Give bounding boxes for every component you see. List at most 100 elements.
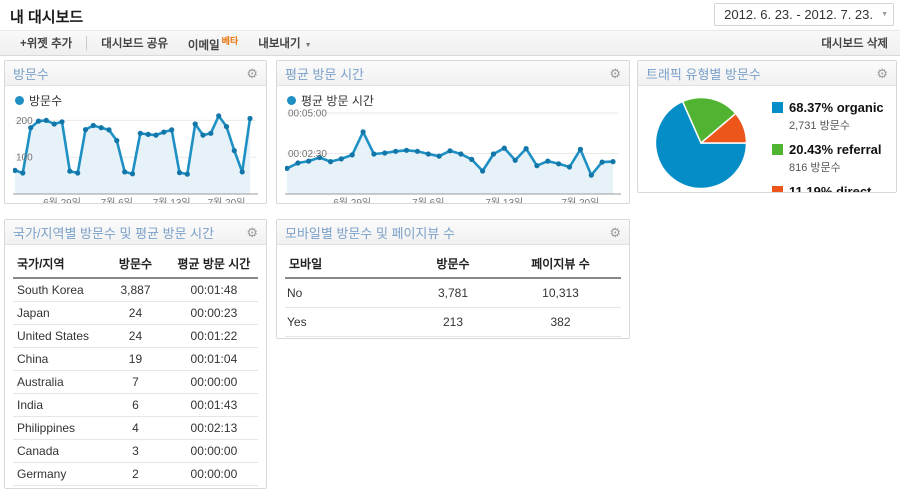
date-range-selector[interactable]: 2012. 6. 23. - 2012. 7. 23. ▼ (714, 3, 894, 26)
table-cell: 00:01:22 (170, 325, 258, 348)
email-label: 이메일 (188, 39, 220, 51)
table-cell: 3,781 (406, 278, 500, 308)
table-cell: South Korea (13, 278, 101, 302)
email-button[interactable]: 이메일베타 (178, 34, 248, 53)
table-row: India600:01:43 (13, 394, 258, 417)
table-cell: 00:00:00 (170, 463, 258, 486)
delete-dashboard-button[interactable]: 대시보드 삭제 (821, 35, 890, 51)
share-dashboard-button[interactable]: 대시보드 공유 (91, 35, 178, 51)
table-cell: Japan (13, 302, 101, 325)
pie-legend-item: 20.43% referral 816 방문수 (772, 142, 884, 175)
table-cell: Philippines (13, 417, 101, 440)
chart-legend: 평균 방문 시간 (287, 92, 621, 108)
widget-title: 트래픽 유형별 방문수 (646, 64, 761, 83)
legend-swatch-icon (772, 186, 783, 193)
widget-header: 평균 방문 시간 ⚙ (277, 61, 629, 86)
table-row: United States2400:01:22 (13, 325, 258, 348)
pie-legend-item: 11.19% direct447 방문수 (772, 184, 884, 193)
table-cell: 24 (101, 325, 170, 348)
legend-label: 68.37% organic (789, 100, 884, 115)
svg-text:00:05:00: 00:05:00 (288, 109, 327, 120)
legend-count: 2,731 방문수 (789, 117, 884, 133)
svg-text:100: 100 (16, 153, 33, 164)
table-cell: 4 (101, 417, 170, 440)
widget-mobile-table: 모바일별 방문수 및 페이지뷰 수 ⚙ 모바일방문수페이지뷰 수No3,7811… (276, 219, 630, 339)
table-row: Indonesia200:00:00 (13, 486, 258, 490)
table-cell: Australia (13, 371, 101, 394)
column-header: 페이지뷰 수 (500, 249, 621, 278)
table-cell: 00:01:48 (170, 278, 258, 302)
table-cell: Yes (285, 308, 406, 337)
svg-text:7월 6일: 7월 6일 (101, 197, 133, 204)
widget-title: 모바일별 방문수 및 페이지뷰 수 (285, 223, 455, 242)
svg-text:00:02:30: 00:02:30 (288, 149, 327, 160)
table-cell: 00:01:04 (170, 348, 258, 371)
widget-visits: 방문수 ⚙ 방문수 1002006월 29일7월 6일7월 13일7월 20일 (4, 60, 267, 204)
chart-body: 방문수 1002006월 29일7월 6일7월 13일7월 20일 (5, 86, 266, 204)
table-cell: 2 (101, 463, 170, 486)
table-cell: 2 (101, 486, 170, 490)
table-row: China1900:01:04 (13, 348, 258, 371)
table-cell: China (13, 348, 101, 371)
legend-dot-icon (15, 96, 24, 105)
chevron-down-icon: ▼ (881, 11, 888, 18)
table-row: Yes213382 (285, 308, 621, 337)
svg-text:200: 200 (16, 116, 33, 127)
table-cell: 213 (406, 308, 500, 337)
table-row: Canada300:00:00 (13, 440, 258, 463)
legend-label: 20.43% referral (789, 142, 882, 157)
legend-swatch-icon (772, 102, 783, 113)
page-header: 내 대시보드 2012. 6. 23. - 2012. 7. 23. ▼ (0, 0, 900, 30)
legend-count: 816 방문수 (789, 159, 884, 175)
widget-title: 국가/지역별 방문수 및 평균 방문 시간 (13, 223, 214, 242)
svg-text:7월 13일: 7월 13일 (485, 197, 523, 204)
avg-duration-line-chart[interactable]: 00:02:3000:05:006월 29일7월 6일7월 13일7월 20일 (285, 108, 621, 204)
table-row: Japan2400:00:23 (13, 302, 258, 325)
table-cell: 3 (101, 440, 170, 463)
widget-country-table: 국가/지역별 방문수 및 평균 방문 시간 ⚙ 국가/지역방문수평균 방문 시간… (4, 219, 267, 489)
svg-text:7월 20일: 7월 20일 (208, 197, 246, 204)
column-header: 국가/지역 (13, 249, 101, 278)
export-button[interactable]: 내보내기▼ (248, 35, 321, 51)
gear-icon[interactable]: ⚙ (246, 226, 258, 239)
mobile-table: 모바일방문수페이지뷰 수No3,78110,313Yes213382 (285, 249, 621, 337)
gear-icon[interactable]: ⚙ (876, 67, 888, 80)
table-cell: Canada (13, 440, 101, 463)
table-cell: India (13, 394, 101, 417)
visits-line-chart[interactable]: 1002006월 29일7월 6일7월 13일7월 20일 (13, 108, 258, 204)
chart-legend: 방문수 (15, 92, 258, 108)
country-table: 국가/지역방문수평균 방문 시간South Korea3,88700:01:48… (13, 249, 258, 489)
table-row: Germany200:00:00 (13, 463, 258, 486)
gear-icon[interactable]: ⚙ (609, 67, 621, 80)
widget-traffic-type: 트래픽 유형별 방문수 ⚙ 68.37% organic 2,731 방문수 20.… (637, 60, 897, 193)
traffic-pie-chart[interactable] (654, 96, 748, 190)
svg-text:7월 20일: 7월 20일 (561, 197, 599, 204)
table-cell: Germany (13, 463, 101, 486)
table-cell: 00:00:00 (170, 440, 258, 463)
table-cell: 382 (500, 308, 621, 337)
dashboard-canvas: 방문수 ⚙ 방문수 1002006월 29일7월 6일7월 13일7월 20일 … (0, 57, 900, 493)
table-cell: United States (13, 325, 101, 348)
table-cell: 00:01:43 (170, 394, 258, 417)
gear-icon[interactable]: ⚙ (609, 226, 621, 239)
table-row: No3,78110,313 (285, 278, 621, 308)
widget-header: 모바일별 방문수 및 페이지뷰 수 ⚙ (277, 220, 629, 245)
svg-text:6월 29일: 6월 29일 (333, 197, 371, 204)
table-cell: 6 (101, 394, 170, 417)
column-header: 방문수 (406, 249, 500, 278)
gear-icon[interactable]: ⚙ (246, 67, 258, 80)
column-header: 평균 방문 시간 (170, 249, 258, 278)
add-widget-button[interactable]: +위젯 추가 (10, 35, 82, 51)
widget-avg-duration: 평균 방문 시간 ⚙ 평균 방문 시간 00:02:30 00:05:00 6월 2… (276, 60, 630, 204)
pie-chart-wrap (654, 96, 748, 193)
dashboard-toolbar: +위젯 추가 대시보드 공유 이메일베타 내보내기▼ 대시보드 삭제 (0, 30, 900, 56)
table-cell: 00:00:00 (170, 371, 258, 394)
table-row: Australia700:00:00 (13, 371, 258, 394)
date-range-text: 2012. 6. 23. - 2012. 7. 23. (724, 7, 873, 22)
widget-header: 방문수 ⚙ (5, 61, 266, 86)
table-cell: 00:02:13 (170, 417, 258, 440)
table-cell: 3,887 (101, 278, 170, 302)
table-cell: Indonesia (13, 486, 101, 490)
widget-header: 트래픽 유형별 방문수 ⚙ (638, 61, 896, 86)
page-title: 내 대시보드 (10, 6, 83, 27)
